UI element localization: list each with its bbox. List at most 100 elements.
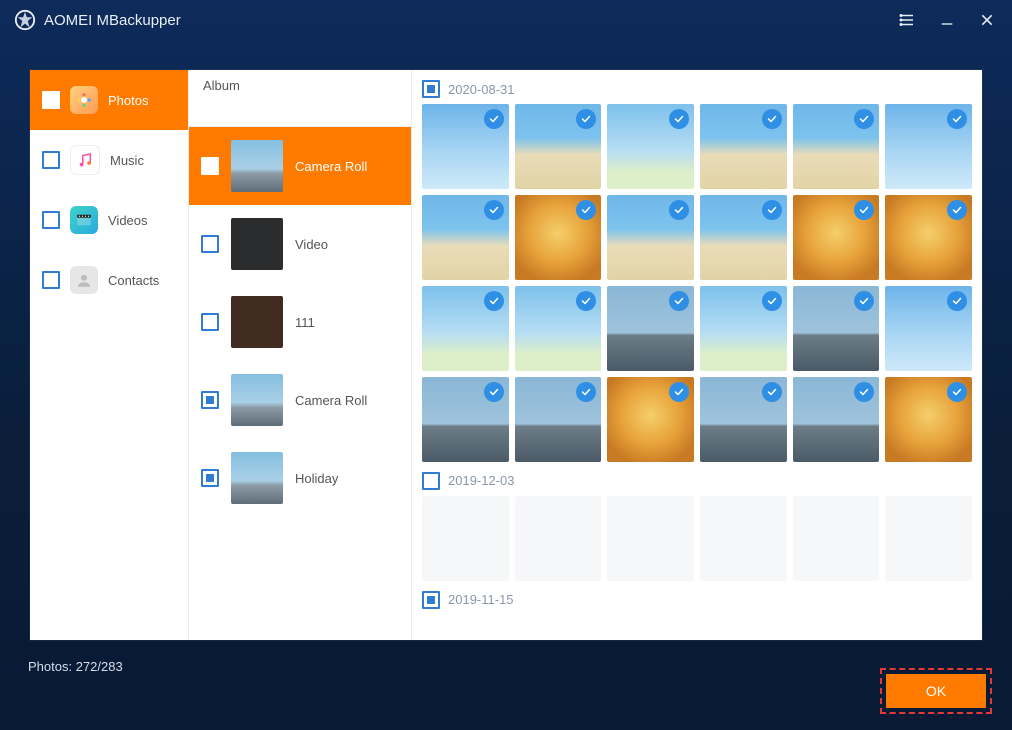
category-item-photos[interactable]: Photos xyxy=(30,70,188,130)
photo-thumb[interactable] xyxy=(422,286,509,371)
checkmark-icon xyxy=(576,291,596,311)
minimize-icon[interactable] xyxy=(936,9,958,31)
checkmark-icon xyxy=(854,109,874,129)
ok-highlight: OK xyxy=(880,668,992,714)
album-item-111[interactable]: 111 xyxy=(189,283,411,361)
checkmark-icon xyxy=(762,109,782,129)
photo-pane: 2020-08-31 2019-12-03 2019-11-15 xyxy=(412,70,982,640)
titlebar-left: AOMEI MBackupper xyxy=(14,9,181,31)
photo-thumb[interactable] xyxy=(700,195,787,280)
photo-thumb[interactable] xyxy=(700,286,787,371)
app-logo-icon xyxy=(14,9,36,31)
category-label: Videos xyxy=(108,213,148,228)
category-item-contacts[interactable]: Contacts xyxy=(30,250,188,310)
photo-thumb[interactable] xyxy=(515,496,602,581)
photo-thumb[interactable] xyxy=(700,377,787,462)
album-label: 111 xyxy=(295,315,315,330)
checkbox-icon[interactable] xyxy=(42,91,60,109)
date-header[interactable]: 2019-12-03 xyxy=(422,472,972,490)
photo-thumb[interactable] xyxy=(885,496,972,581)
album-thumb xyxy=(231,218,283,270)
photo-thumb[interactable] xyxy=(607,377,694,462)
photo-thumb[interactable] xyxy=(885,377,972,462)
date-header[interactable]: 2020-08-31 xyxy=(422,80,972,98)
ok-button[interactable]: OK xyxy=(886,674,986,708)
checkbox-icon[interactable] xyxy=(422,80,440,98)
checkbox-icon[interactable] xyxy=(201,469,219,487)
album-label: Holiday xyxy=(295,471,338,486)
checkbox-icon[interactable] xyxy=(42,211,60,229)
photo-thumb[interactable] xyxy=(793,496,880,581)
photos-icon xyxy=(70,86,98,114)
checkmark-icon xyxy=(669,291,689,311)
photo-thumb[interactable] xyxy=(793,377,880,462)
checkbox-icon[interactable] xyxy=(201,235,219,253)
category-list: Photos Music Videos xyxy=(30,70,189,640)
checkmark-icon xyxy=(669,382,689,402)
album-item-video[interactable]: Video xyxy=(189,205,411,283)
checkmark-icon xyxy=(762,291,782,311)
checkbox-icon[interactable] xyxy=(422,472,440,490)
album-item-camera-roll[interactable]: Camera Roll xyxy=(189,127,411,205)
checkbox-icon[interactable] xyxy=(201,313,219,331)
photo-thumb[interactable] xyxy=(793,104,880,189)
date-label: 2019-11-15 xyxy=(448,592,514,607)
category-label: Photos xyxy=(108,93,148,108)
checkmark-icon xyxy=(947,291,967,311)
album-item-camera-roll-2[interactable]: Camera Roll xyxy=(189,361,411,439)
photo-thumb[interactable] xyxy=(607,195,694,280)
photo-thumb[interactable] xyxy=(607,104,694,189)
app-title: AOMEI MBackupper xyxy=(44,12,181,29)
photo-thumb[interactable] xyxy=(885,104,972,189)
album-thumb xyxy=(231,374,283,426)
menu-icon[interactable] xyxy=(896,9,918,31)
videos-icon xyxy=(70,206,98,234)
contacts-icon xyxy=(70,266,98,294)
photo-thumb[interactable] xyxy=(793,195,880,280)
album-label: Camera Roll xyxy=(295,393,367,408)
photo-thumb[interactable] xyxy=(422,195,509,280)
photo-thumb[interactable] xyxy=(885,286,972,371)
checkbox-icon[interactable] xyxy=(201,391,219,409)
album-thumb xyxy=(231,296,283,348)
category-label: Contacts xyxy=(108,273,159,288)
status-text: Photos: 272/283 xyxy=(28,659,123,674)
photo-thumb[interactable] xyxy=(515,195,602,280)
close-icon[interactable] xyxy=(976,9,998,31)
checkmark-icon xyxy=(484,382,504,402)
date-label: 2020-08-31 xyxy=(448,82,515,97)
album-panel: Album Camera Roll Video 111 Camera Roll xyxy=(189,70,412,640)
checkmark-icon xyxy=(576,200,596,220)
photo-thumb[interactable] xyxy=(422,496,509,581)
photo-thumb[interactable] xyxy=(422,104,509,189)
checkmark-icon xyxy=(669,109,689,129)
app-window: AOMEI MBackupper Photos xyxy=(0,0,1012,730)
photo-grid xyxy=(422,496,972,581)
checkmark-icon xyxy=(854,382,874,402)
photo-thumb[interactable] xyxy=(515,377,602,462)
checkmark-icon xyxy=(947,382,967,402)
category-item-music[interactable]: Music xyxy=(30,130,188,190)
photo-thumb[interactable] xyxy=(607,286,694,371)
photo-thumb[interactable] xyxy=(793,286,880,371)
date-header[interactable]: 2019-11-15 xyxy=(422,591,972,609)
category-item-videos[interactable]: Videos xyxy=(30,190,188,250)
checkmark-icon xyxy=(947,200,967,220)
checkmark-icon xyxy=(762,382,782,402)
photo-thumb[interactable] xyxy=(885,195,972,280)
photo-thumb[interactable] xyxy=(515,104,602,189)
checkbox-icon[interactable] xyxy=(42,271,60,289)
photo-thumb[interactable] xyxy=(607,496,694,581)
photo-thumb[interactable] xyxy=(422,377,509,462)
photo-thumb[interactable] xyxy=(700,104,787,189)
album-item-holiday[interactable]: Holiday xyxy=(189,439,411,517)
photo-thumb[interactable] xyxy=(700,496,787,581)
checkbox-icon[interactable] xyxy=(42,151,60,169)
checkmark-icon xyxy=(947,109,967,129)
album-header: Album xyxy=(189,70,411,127)
album-thumb xyxy=(231,452,283,504)
checkbox-icon[interactable] xyxy=(201,157,219,175)
photo-thumb[interactable] xyxy=(515,286,602,371)
album-label: Video xyxy=(295,237,328,252)
checkbox-icon[interactable] xyxy=(422,591,440,609)
